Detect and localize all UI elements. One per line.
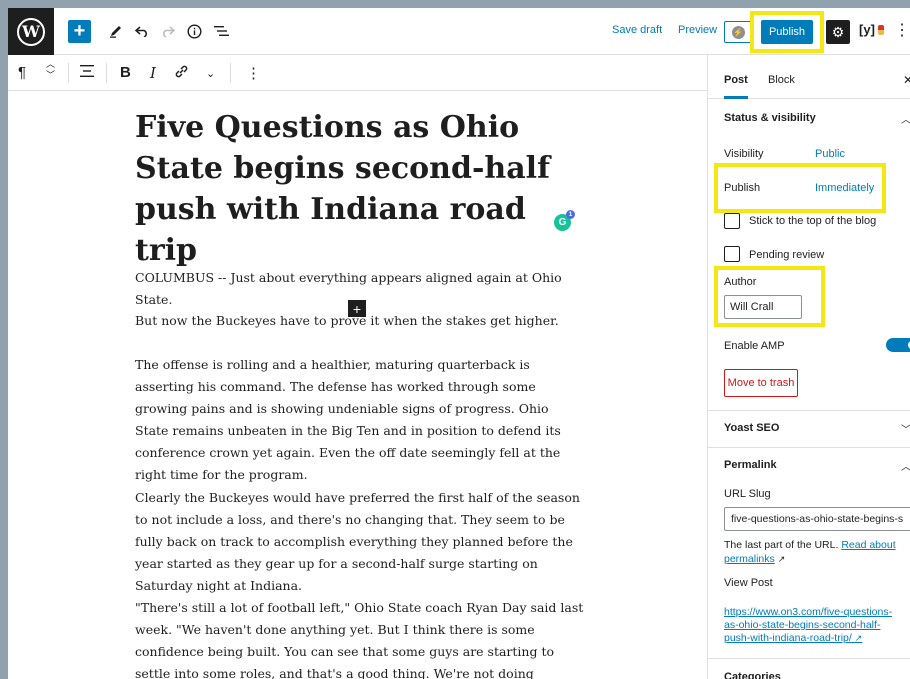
bold-button[interactable]: B <box>120 64 131 81</box>
section-divider <box>708 447 910 448</box>
post-title[interactable]: Five Questions as Ohio State begins seco… <box>135 107 585 271</box>
tab-post[interactable]: Post <box>724 74 748 86</box>
section-divider <box>708 658 910 659</box>
close-icon[interactable]: ✕ <box>903 73 910 87</box>
sidebar-tabs: Post Block ✕ <box>708 55 910 99</box>
chevron-up-icon[interactable]: ︿ <box>901 458 910 473</box>
external-link-icon: ↗ <box>854 633 863 643</box>
publish-button[interactable]: Publish <box>761 20 813 44</box>
paragraph-block[interactable]: But now the Buckeyes have to prove it wh… <box>135 310 585 332</box>
pencil-icon[interactable] <box>106 20 126 42</box>
url-slug-input[interactable]: five-questions-as-ohio-state-begins-s <box>724 507 910 531</box>
amp-toggle[interactable] <box>886 338 910 352</box>
chevron-down-icon[interactable]: ⌄ <box>206 67 215 80</box>
block-toolbar: ¶ ︿ ﹀ B I ⌄ ⋮ <box>8 55 707 91</box>
permalink-help-text: The last part of the URL. <box>724 539 839 551</box>
undo-icon[interactable] <box>132 20 152 42</box>
section-divider <box>708 410 910 411</box>
section-status-visibility[interactable]: Status & visibility <box>724 112 816 124</box>
active-tab-indicator <box>724 96 748 99</box>
grammarly-icon[interactable]: G 1 <box>554 210 575 231</box>
visibility-label: Visibility <box>724 148 764 160</box>
toolbar-divider <box>230 63 231 83</box>
vertical-ellipsis-icon[interactable]: ⋮ <box>246 64 261 82</box>
publish-schedule-link[interactable]: Immediately <box>815 182 874 194</box>
yoast-score-indicator <box>878 25 884 35</box>
pending-review-checkbox[interactable] <box>724 246 740 262</box>
grammarly-badge: 1 <box>566 210 575 219</box>
editor-window: W + Save draft Preview ⚡ Publish ⚙ [y] ⋮ <box>8 8 910 679</box>
paragraph-block[interactable]: "There's still a lot of football left," … <box>135 597 585 679</box>
tab-block[interactable]: Block <box>768 74 795 86</box>
preview-button[interactable]: Preview <box>678 24 717 36</box>
editor-canvas: Five Questions as Ohio State begins seco… <box>8 91 707 679</box>
paragraph-block[interactable]: The offense is rolling and a healthier, … <box>135 354 585 486</box>
jetpack-button[interactable]: ⚡ <box>724 21 752 43</box>
move-up-down-icon[interactable]: ︿ ﹀ <box>46 59 55 81</box>
url-slug-label: URL Slug <box>724 488 771 500</box>
view-post-url[interactable]: https://www.on3.com/five-questions-as-oh… <box>724 606 892 644</box>
external-link-icon: ↗ <box>777 554 786 564</box>
save-draft-button[interactable]: Save draft <box>612 24 662 36</box>
chevron-up-icon[interactable]: ︿ <box>901 670 910 679</box>
info-icon[interactable] <box>184 20 204 42</box>
top-toolbar: W + Save draft Preview ⚡ Publish ⚙ [y] ⋮ <box>8 8 910 55</box>
publish-label: Publish <box>724 182 761 194</box>
visibility-value-link[interactable]: Public <box>815 148 845 160</box>
paragraph-block[interactable]: Clearly the Buckeyes would have preferre… <box>135 487 585 597</box>
link-icon[interactable] <box>174 64 189 83</box>
author-select[interactable]: Will Crall <box>724 295 802 319</box>
toolbar-divider <box>106 63 107 83</box>
sticky-label[interactable]: Stick to the top of the blog <box>749 215 876 227</box>
toolbar-divider <box>68 63 69 83</box>
section-categories[interactable]: Categories <box>724 671 781 679</box>
section-permalink[interactable]: Permalink <box>724 459 777 471</box>
sticky-checkbox[interactable] <box>724 213 740 229</box>
view-post-label: View Post <box>724 577 773 589</box>
wordpress-logo-icon: W <box>17 17 45 46</box>
list-view-icon[interactable] <box>211 20 231 42</box>
move-to-trash-button[interactable]: Move to trash <box>724 369 798 397</box>
chevron-down-icon[interactable]: ﹀ <box>901 421 910 436</box>
permalink-help: The last part of the URL. Read about per… <box>724 538 904 566</box>
author-label: Author <box>724 276 757 288</box>
jetpack-icon: ⚡ <box>731 25 745 39</box>
add-block-button[interactable]: + <box>68 20 91 43</box>
pending-review-label[interactable]: Pending review <box>749 249 824 261</box>
amp-label: Enable AMP <box>724 340 785 352</box>
chevron-up-icon[interactable]: ︿ <box>901 111 910 126</box>
yoast-icon[interactable]: [y] <box>859 22 875 37</box>
settings-sidebar: Post Block ✕ Status & visibility ︿ Visib… <box>707 55 910 679</box>
vertical-ellipsis-icon[interactable]: ⋮ <box>894 20 910 40</box>
align-left-icon[interactable] <box>80 64 94 82</box>
section-yoast-seo[interactable]: Yoast SEO <box>724 422 779 434</box>
paragraph-icon[interactable]: ¶ <box>18 64 26 81</box>
wordpress-logo-button[interactable]: W <box>8 8 54 55</box>
redo-icon[interactable] <box>158 20 178 42</box>
italic-button[interactable]: I <box>150 64 156 82</box>
view-post-link[interactable]: https://www.on3.com/five-questions-as-oh… <box>724 606 906 645</box>
gear-icon[interactable]: ⚙ <box>826 20 850 44</box>
